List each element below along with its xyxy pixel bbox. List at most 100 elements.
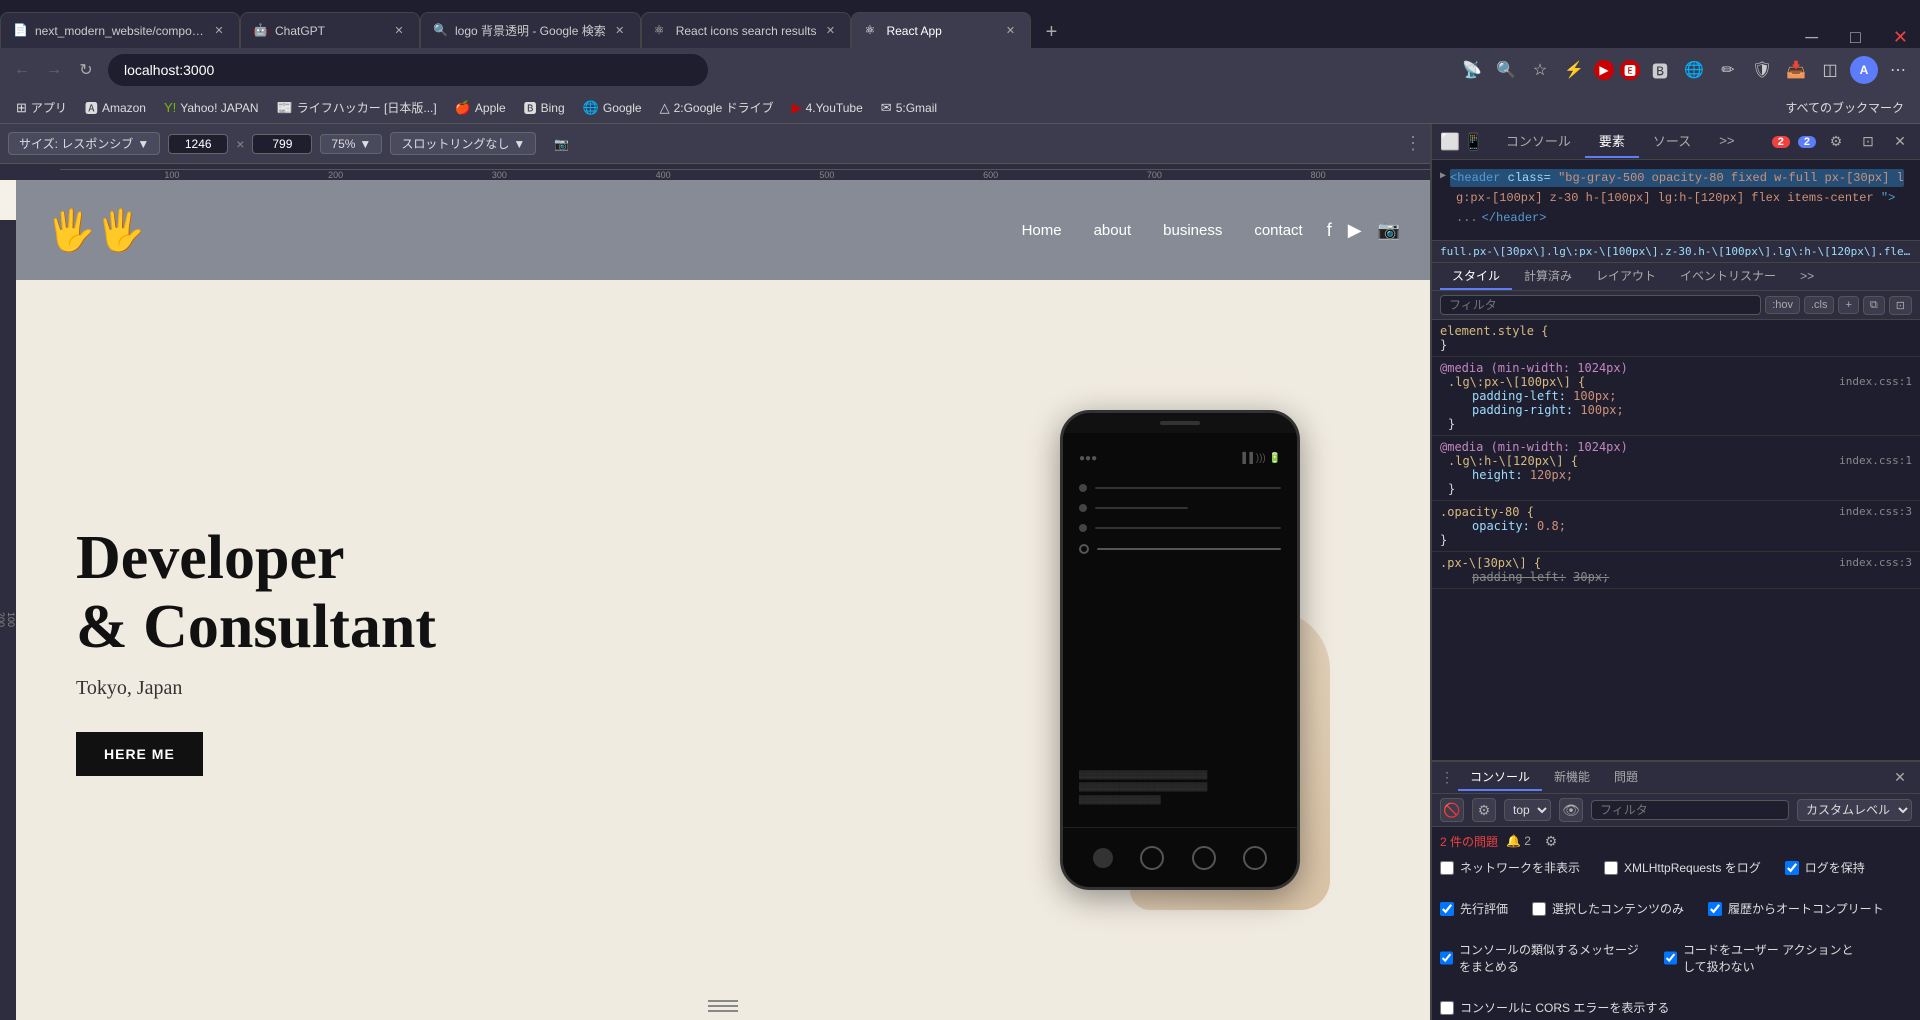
icon2[interactable]: 🅴 [1620,60,1640,80]
maximize-button[interactable]: □ [1850,27,1861,48]
hero-cta-button[interactable]: HERE ME [76,732,203,776]
star-icon[interactable]: ☆ [1526,56,1554,84]
devtools-tab-sources[interactable]: ソース [1639,125,1705,158]
styles-tab-computed[interactable]: 計算済み [1512,263,1584,290]
all-bookmarks-button[interactable]: すべてのブックマーク [1777,97,1912,118]
device-icon[interactable]: 📱 [1464,132,1484,152]
new-tab-button[interactable]: + [1035,16,1067,48]
new-features-tab[interactable]: 新機能 [1542,764,1602,791]
nav-contact[interactable]: contact [1254,222,1302,239]
checkbox-user-gesture[interactable]: コードをユーザー アクションとして扱わない [1664,941,1864,975]
extension2[interactable]: 🛡 [1748,56,1776,84]
html-element-1[interactable]: <header class= "bg-gray-500 opacity-80 f… [1450,169,1904,187]
settings-icon[interactable]: ⚙ [1824,130,1848,154]
facebook-icon[interactable]: f [1327,220,1332,241]
bing-icon[interactable]: 🅱 [1646,56,1674,84]
computed-button[interactable]: ⊡ [1889,296,1912,315]
styles-tab-styles[interactable]: スタイル [1440,263,1512,290]
checkbox-eager-eval[interactable]: 先行評価 [1440,900,1508,917]
icon1[interactable]: ▶ [1594,60,1614,80]
autocomplete-checkbox[interactable] [1708,902,1722,916]
tab-close-1[interactable]: ✕ [211,23,227,39]
console-tab[interactable]: コンソール [1458,764,1542,791]
styles-tab-events[interactable]: イベントリスナー [1668,263,1788,290]
cors-checkbox[interactable] [1440,1001,1454,1015]
tab-close-5[interactable]: ✕ [1002,23,1018,39]
styles-tab-layout[interactable]: レイアウト [1584,263,1668,290]
tab-close-3[interactable]: ✕ [612,23,628,39]
user-gesture-checkbox[interactable] [1664,951,1677,965]
xmlhttp-checkbox[interactable] [1604,861,1618,875]
console-clear-button[interactable]: 🚫 [1440,798,1464,822]
pseudo-class-button[interactable]: :hov [1765,296,1800,314]
tab-next-modern[interactable]: 📄 next_modern_website/compon... ✕ [0,12,240,48]
console-context-select[interactable]: top [1504,799,1551,821]
console-level-select[interactable]: カスタムレベル [1797,799,1912,821]
more-options-button[interactable]: ⋮ [1404,133,1422,154]
edge-icon[interactable]: 🌐 [1680,56,1708,84]
dock-icon[interactable]: ⊡ [1856,130,1880,154]
bookmark-lifehacker[interactable]: 📰 ライフハッカー [日本版...] [269,97,445,118]
checkbox-cors[interactable]: コンソールに CORS エラーを表示する [1440,999,1669,1016]
devtools-tab-more[interactable]: >> [1705,127,1748,156]
bookmark-yahoo[interactable]: Y! Yahoo! JAPAN [156,98,267,117]
tab-chatgpt[interactable]: 🤖 ChatGPT ✕ [240,12,420,48]
checkbox-preserve-log[interactable]: ログを保持 [1785,859,1865,876]
extension3[interactable]: 📥 [1782,56,1810,84]
collapse-triangle-1[interactable]: ▶ [1440,169,1446,184]
styles-filter-input[interactable] [1440,295,1761,315]
checkbox-group-similar[interactable]: コンソールの類似するメッセージをまとめる [1440,941,1640,975]
bookmark-gdrive[interactable]: △ 2:Google ドライブ [652,97,782,118]
issues-settings-icon[interactable]: ⚙ [1539,829,1563,853]
bookmark-apple[interactable]: 🍎 Apple [447,98,514,118]
issues-tab[interactable]: 問題 [1602,764,1650,791]
tab-google-search[interactable]: 🔍 logo 背景透明 - Google 検索 ✕ [420,12,641,48]
console-drawer-menu-icon[interactable]: ⋮ [1440,769,1454,786]
close-devtools-button[interactable]: ✕ [1888,130,1912,154]
console-eye-button[interactable]: 👁 [1559,798,1583,822]
menu-button[interactable]: ⋯ [1884,56,1912,84]
extension1[interactable]: ✏ [1714,56,1742,84]
group-similar-checkbox[interactable] [1440,951,1453,965]
profile-button[interactable]: A [1850,56,1878,84]
extensions-icon[interactable]: ⚡ [1560,56,1588,84]
close-console-drawer-button[interactable]: ✕ [1888,766,1912,790]
reload-button[interactable]: ↻ [72,56,100,84]
search-icon[interactable]: 🔍 [1492,56,1520,84]
screenshot-button[interactable]: 📷 [544,135,579,153]
bookmark-amazon[interactable]: 🅰 Amazon [77,96,154,119]
zoom-button[interactable]: 75% ▼ [320,134,382,154]
bookmark-gmail[interactable]: ✉ 5:Gmail [873,98,945,118]
styles-tab-more[interactable]: >> [1788,265,1826,289]
copy-button[interactable]: ⧉ [1863,296,1885,315]
close-button[interactable]: ✕ [1893,27,1908,48]
nav-home[interactable]: Home [1022,222,1062,239]
eager-eval-checkbox[interactable] [1440,902,1454,916]
checkbox-selected-context[interactable]: 選択したコンテンツのみ [1532,900,1684,917]
classes-button[interactable]: .cls [1804,296,1835,314]
tab-react-app[interactable]: ⚛ React App ✕ [851,12,1031,48]
checkbox-xmlhttp[interactable]: XMLHttpRequests をログ [1604,859,1761,876]
instagram-icon[interactable]: 📷 [1378,220,1400,241]
devtools-tab-elements[interactable]: 要素 [1585,125,1639,158]
tab-close-4[interactable]: ✕ [822,23,838,39]
bookmark-bing[interactable]: 🅱 Bing [516,96,573,119]
address-input[interactable] [108,54,708,86]
bookmark-apps[interactable]: ⊞ アプリ [8,97,75,118]
selected-context-checkbox[interactable] [1532,902,1546,916]
responsive-size-button[interactable]: サイズ: レスポンシブ ▼ [8,132,160,155]
nav-about[interactable]: about [1094,222,1132,239]
new-rule-button[interactable]: + [1838,296,1858,314]
console-filter-input[interactable] [1591,800,1789,820]
tab-close-2[interactable]: ✕ [391,23,407,39]
inspect-element-icon[interactable]: ⬜ [1440,132,1460,152]
throttle-button[interactable]: スロットリングなし ▼ [390,132,536,155]
back-button[interactable]: ← [8,56,36,84]
minimize-button[interactable]: ─ [1805,27,1818,48]
tab-react-icons[interactable]: ⚛ React icons search results ✕ [641,12,852,48]
nav-business[interactable]: business [1163,222,1222,239]
console-settings-button[interactable]: ⚙ [1472,798,1496,822]
cast-icon[interactable]: 📡 [1458,56,1486,84]
devtools-tab-console[interactable]: コンソール [1492,125,1585,158]
height-input[interactable] [252,134,312,154]
